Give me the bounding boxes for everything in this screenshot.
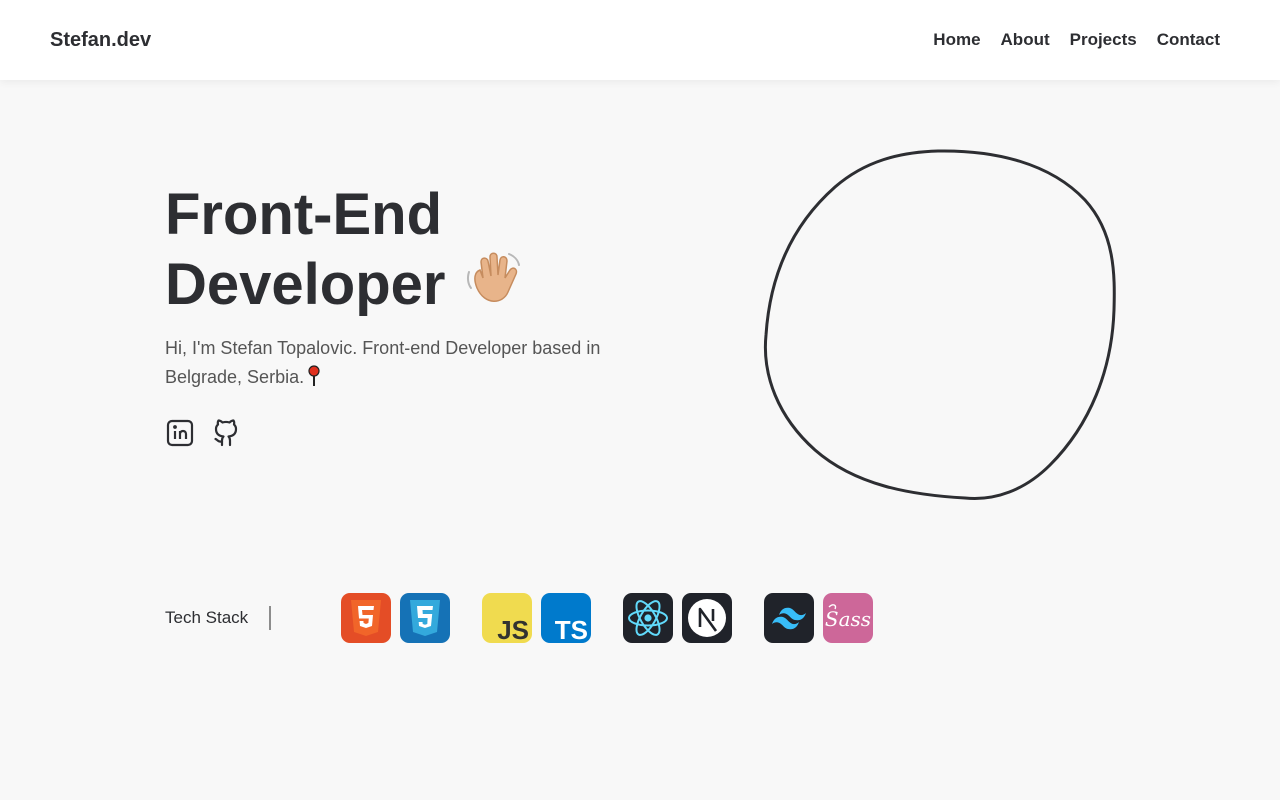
navbar: Stefan.dev Home About Projects Contact (0, 0, 1280, 80)
social-links (165, 418, 241, 448)
svg-text:TS: TS (555, 615, 588, 643)
react-icon (623, 593, 673, 643)
hero-title: Front-End Developer (165, 182, 685, 324)
nextjs-icon (682, 593, 732, 643)
tech-group-styling: Sass (764, 593, 873, 643)
tailwind-icon (764, 593, 814, 643)
svg-text:JS: JS (497, 615, 529, 643)
typescript-icon: TS (541, 593, 591, 643)
hero-intro-text: Hi, I'm Stefan Topalovic. Front-end Deve… (165, 338, 601, 387)
hero-title-line1: Front-End (165, 182, 443, 247)
linkedin-icon[interactable] (165, 418, 195, 448)
hero-intro: Hi, I'm Stefan Topalovic. Front-end Deve… (165, 334, 645, 396)
profile-image-frame (760, 145, 1120, 510)
nav-link-contact[interactable]: Contact (1157, 30, 1220, 49)
svg-text:Sass: Sass (825, 607, 871, 631)
javascript-icon: JS (482, 593, 532, 643)
sass-icon: Sass (823, 593, 873, 643)
nav-link-home[interactable]: Home (933, 30, 980, 49)
html5-icon (341, 593, 391, 643)
tech-stack: Tech Stack JS TS Sass (165, 593, 905, 643)
css3-icon (400, 593, 450, 643)
nav-link-projects[interactable]: Projects (1070, 30, 1137, 49)
tech-group-markup (341, 593, 450, 643)
tech-group-languages: JS TS (482, 593, 591, 643)
github-icon[interactable] (211, 418, 241, 448)
waving-hand-icon (463, 248, 525, 324)
pushpin-icon (308, 365, 320, 396)
hero-title-line2: Developer (165, 252, 446, 317)
nav-links: Home About Projects Contact (933, 30, 1220, 50)
logo[interactable]: Stefan.dev (50, 29, 151, 52)
tech-stack-label: Tech Stack (165, 608, 249, 627)
tech-group-frameworks (623, 593, 732, 643)
tech-stack-divider (269, 606, 271, 630)
nav-link-about[interactable]: About (1001, 30, 1050, 49)
